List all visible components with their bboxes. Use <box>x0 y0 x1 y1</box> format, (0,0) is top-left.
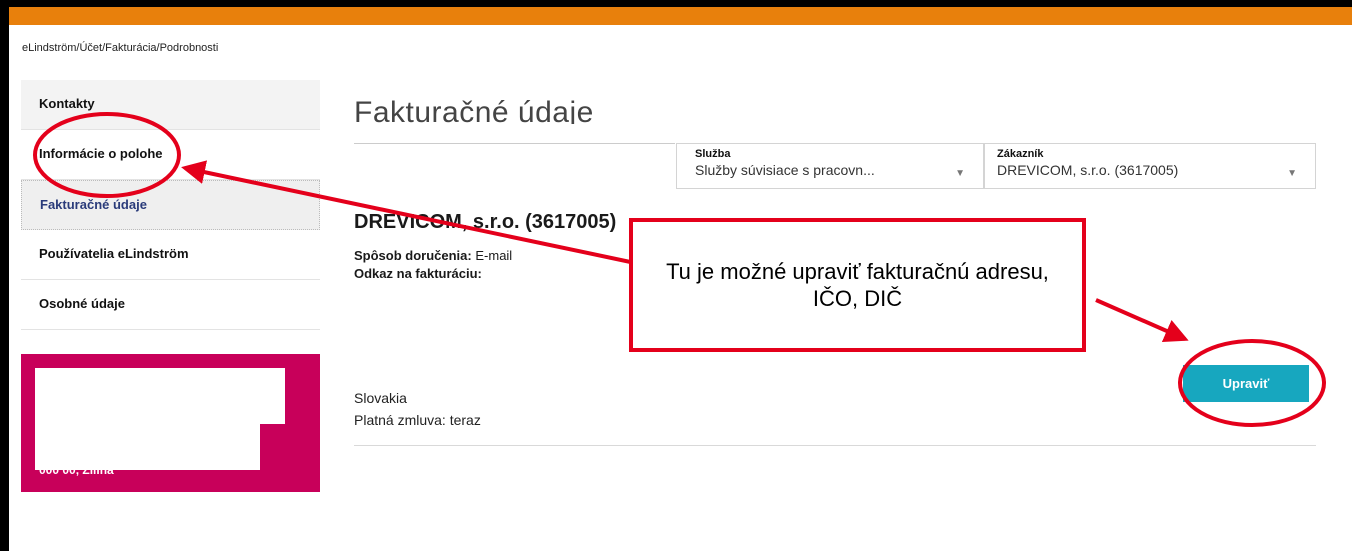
filter-selectors: Služba Služby súvisiace s pracovn... ▼ Z… <box>354 143 1316 189</box>
billing-reference: Odkaz na fakturáciu: <box>354 266 482 281</box>
country: Slovakia <box>354 390 407 406</box>
sidebar-item-billing-details[interactable]: Fakturačné údaje <box>21 180 320 230</box>
customer-name: DREVICOM, s.r.o. (3617005) <box>354 211 617 233</box>
left-frame-border <box>0 0 9 551</box>
customer-select-value: DREVICOM, s.r.o. (3617005) <box>997 162 1179 178</box>
delivery-method-value: E-mail <box>475 248 513 263</box>
customer-select[interactable]: Zákazník DREVICOM, s.r.o. (3617005) ▼ <box>984 143 1316 189</box>
breadcrumb: eLindström/Účet/Fakturácia/Podrobnosti <box>22 42 219 54</box>
promo-card: 000 00, Žilina <box>21 354 320 492</box>
divider <box>354 445 1316 446</box>
page-title: Fakturačné údaje <box>354 96 594 124</box>
billing-reference-label: Odkaz na fakturáciu: <box>354 266 482 281</box>
delivery-method-label: Spôsob doručenia: <box>354 248 472 263</box>
contract-status: Platná zmluva: teraz <box>354 412 481 428</box>
redacted-block <box>35 368 285 424</box>
annotation-callout: Tu je možné upraviť fakturačnú adresu, I… <box>629 218 1086 352</box>
sidebar-item-contacts[interactable]: Kontakty <box>21 80 320 130</box>
service-select[interactable]: Služba Služby súvisiace s pracovn... ▼ <box>676 143 984 189</box>
breadcrumb-billing[interactable]: Fakturácia <box>105 42 156 54</box>
edit-button[interactable]: Upraviť <box>1183 365 1309 402</box>
sidebar-item-users[interactable]: Používatelia eLindström <box>21 230 320 280</box>
top-frame-border <box>0 0 1352 7</box>
service-select-label: Služba <box>695 148 731 160</box>
customer-select-label: Zákazník <box>997 148 1044 160</box>
redacted-block <box>35 424 260 470</box>
delivery-method: Spôsob doručenia: E-mail <box>354 248 512 263</box>
chevron-down-icon: ▼ <box>955 168 965 179</box>
sidebar: Kontakty Informácie o polohe Fakturačné … <box>21 80 320 330</box>
annotation-callout-text: Tu je možné upraviť fakturačnú adresu, I… <box>666 258 1049 312</box>
selector-placeholder <box>354 143 675 189</box>
sidebar-item-location-info[interactable]: Informácie o polohe <box>21 130 320 180</box>
breadcrumb-details: Podrobnosti <box>159 42 219 54</box>
service-select-value: Služby súvisiace s pracovn... <box>695 162 875 178</box>
breadcrumb-account[interactable]: Účet <box>79 42 102 54</box>
header-bar <box>9 7 1352 25</box>
breadcrumb-home[interactable]: eLindström <box>22 42 76 54</box>
annotation-arrow-right <box>1095 298 1189 342</box>
sidebar-item-personal-data[interactable]: Osobné údaje <box>21 280 320 330</box>
chevron-down-icon: ▼ <box>1287 168 1297 179</box>
